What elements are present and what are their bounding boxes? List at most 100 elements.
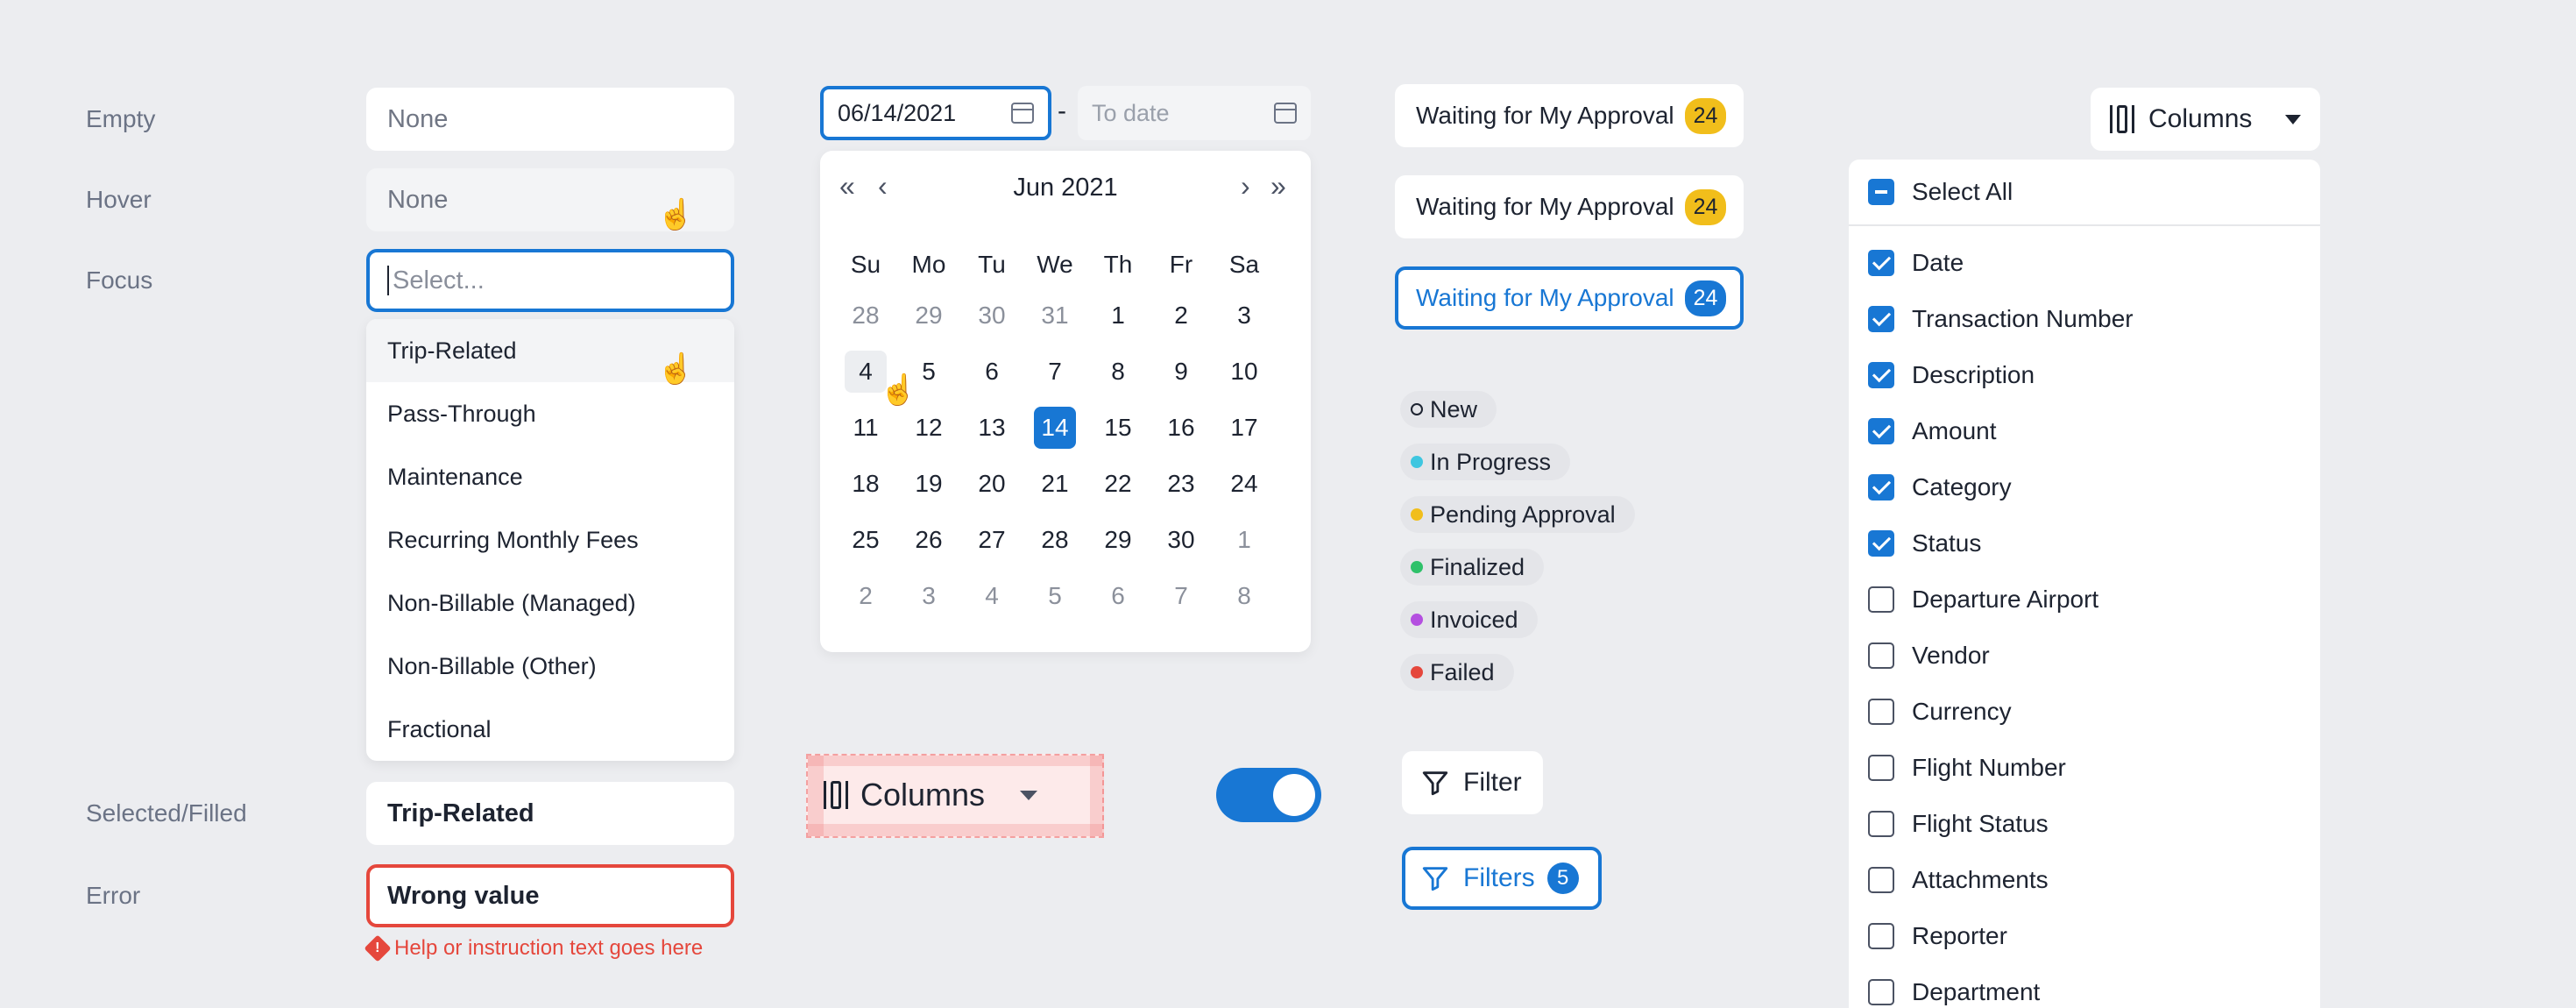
column-option[interactable]: Attachments bbox=[1849, 852, 2320, 908]
calendar-day[interactable]: 18 bbox=[834, 456, 897, 512]
calendar-day[interactable]: 10 bbox=[1213, 344, 1276, 400]
calendar-day[interactable]: 19 bbox=[897, 456, 960, 512]
calendar-day[interactable]: 30 bbox=[1150, 512, 1213, 568]
approval-filter-button[interactable]: Waiting for My Approval 24 bbox=[1395, 84, 1744, 147]
calendar-day[interactable]: 15 bbox=[1086, 400, 1150, 456]
calendar-day[interactable]: 21 bbox=[1023, 456, 1086, 512]
calendar-day[interactable]: 30 bbox=[960, 287, 1023, 344]
calendar-day[interactable]: 20 bbox=[960, 456, 1023, 512]
column-option[interactable]: Flight Number bbox=[1849, 740, 2320, 796]
select-focus-input[interactable]: Select... bbox=[366, 249, 734, 312]
approval-filter-button[interactable]: Waiting for My Approval 24 bbox=[1395, 175, 1744, 238]
column-checkbox[interactable] bbox=[1868, 699, 1894, 725]
calendar-day[interactable]: 22 bbox=[1086, 456, 1150, 512]
calendar-day[interactable]: 6 bbox=[960, 344, 1023, 400]
calendar-day[interactable]: 16 bbox=[1150, 400, 1213, 456]
calendar-day[interactable]: 24 bbox=[1213, 456, 1276, 512]
calendar-day[interactable]: 5 bbox=[1023, 568, 1086, 624]
calendar-day[interactable]: 11 bbox=[834, 400, 897, 456]
column-option[interactable]: Description bbox=[1849, 347, 2320, 403]
column-checkbox[interactable] bbox=[1868, 867, 1894, 893]
column-option-label: Flight Number bbox=[1912, 754, 2066, 781]
approval-filter-button-active[interactable]: Waiting for My Approval 24 bbox=[1395, 266, 1744, 330]
dropdown-option[interactable]: Non-Billable (Other) bbox=[366, 635, 734, 698]
column-checkbox[interactable] bbox=[1868, 530, 1894, 557]
column-option[interactable]: Amount bbox=[1849, 403, 2320, 459]
dropdown-option[interactable]: Maintenance bbox=[366, 445, 734, 508]
column-checkbox[interactable] bbox=[1868, 306, 1894, 332]
calendar-day[interactable]: 23 bbox=[1150, 456, 1213, 512]
column-checkbox[interactable] bbox=[1868, 755, 1894, 781]
column-option[interactable]: Reporter bbox=[1849, 908, 2320, 964]
column-checkbox[interactable] bbox=[1868, 811, 1894, 837]
filters-button-active[interactable]: Filters 5 bbox=[1402, 847, 1602, 910]
column-checkbox[interactable] bbox=[1868, 642, 1894, 669]
select-filled[interactable]: Trip-Related bbox=[366, 782, 734, 845]
column-option[interactable]: Flight Status bbox=[1849, 796, 2320, 852]
calendar-day[interactable]: 13 bbox=[960, 400, 1023, 456]
select-all-row[interactable]: Select All bbox=[1849, 160, 2320, 226]
calendar-day[interactable]: 29 bbox=[897, 287, 960, 344]
calendar-day[interactable]: 12 bbox=[897, 400, 960, 456]
calendar-day[interactable]: 7 bbox=[1023, 344, 1086, 400]
column-option[interactable]: Date bbox=[1849, 235, 2320, 291]
calendar-day[interactable]: 9 bbox=[1150, 344, 1213, 400]
column-option[interactable]: Department bbox=[1849, 964, 2320, 1008]
column-checkbox[interactable] bbox=[1868, 474, 1894, 500]
select-error[interactable]: Wrong value bbox=[366, 864, 734, 927]
calendar-day-number: 27 bbox=[978, 526, 1006, 553]
calendar-day[interactable]: 2 bbox=[1150, 287, 1213, 344]
calendar-day[interactable]: 3 bbox=[1213, 287, 1276, 344]
column-checkbox[interactable] bbox=[1868, 923, 1894, 949]
column-option[interactable]: Status bbox=[1849, 515, 2320, 571]
calendar-icon[interactable] bbox=[1011, 103, 1034, 124]
calendar-day[interactable]: 31 bbox=[1023, 287, 1086, 344]
select-empty[interactable]: None bbox=[366, 88, 734, 151]
columns-button[interactable]: Columns bbox=[824, 766, 1090, 824]
column-checkbox[interactable] bbox=[1868, 250, 1894, 276]
calendar-day[interactable]: 29 bbox=[1086, 512, 1150, 568]
column-checkbox[interactable] bbox=[1868, 586, 1894, 613]
calendar-day[interactable]: 28 bbox=[1023, 512, 1086, 568]
filter-button[interactable]: Filter bbox=[1402, 751, 1543, 814]
calendar-day[interactable]: 1 bbox=[1213, 512, 1276, 568]
calendar-day[interactable]: 8 bbox=[1086, 344, 1150, 400]
dropdown-option[interactable]: Non-Billable (Managed) bbox=[366, 571, 734, 635]
calendar-day[interactable]: 28 bbox=[834, 287, 897, 344]
column-option[interactable]: Departure Airport bbox=[1849, 571, 2320, 628]
dropdown-option[interactable]: Recurring Monthly Fees bbox=[366, 508, 734, 571]
calendar-icon[interactable] bbox=[1274, 103, 1297, 124]
dropdown-option[interactable]: Pass-Through bbox=[366, 382, 734, 445]
columns-button-label: Columns bbox=[860, 777, 986, 813]
calendar-day[interactable]: 2 bbox=[834, 568, 897, 624]
calendar-day[interactable]: 7 bbox=[1150, 568, 1213, 624]
column-checkbox[interactable] bbox=[1868, 362, 1894, 388]
calendar-day[interactable]: 25 bbox=[834, 512, 897, 568]
calendar-day[interactable]: 1 bbox=[1086, 287, 1150, 344]
columns-picker-button[interactable]: Columns bbox=[2091, 88, 2320, 151]
select-all-checkbox[interactable] bbox=[1868, 179, 1894, 205]
calendar-day[interactable]: 4 bbox=[960, 568, 1023, 624]
column-option[interactable]: Category bbox=[1849, 459, 2320, 515]
calendar-day[interactable]: 6 bbox=[1086, 568, 1150, 624]
calendar-day[interactable]: 17 bbox=[1213, 400, 1276, 456]
next-month-icon[interactable]: › bbox=[1241, 170, 1250, 202]
column-checkbox[interactable] bbox=[1868, 979, 1894, 1005]
calendar-day[interactable]: 14 bbox=[1023, 400, 1086, 456]
calendar-day[interactable]: 3 bbox=[897, 568, 960, 624]
column-option[interactable]: Currency bbox=[1849, 684, 2320, 740]
date-from-input[interactable]: 06/14/2021 bbox=[820, 86, 1051, 140]
column-checkbox[interactable] bbox=[1868, 418, 1894, 444]
column-option[interactable]: Transaction Number bbox=[1849, 291, 2320, 347]
weekday-header: We bbox=[1037, 251, 1073, 278]
calendar-day[interactable]: 27 bbox=[960, 512, 1023, 568]
next-year-icon[interactable]: » bbox=[1270, 170, 1286, 202]
toggle-switch[interactable] bbox=[1216, 768, 1321, 822]
calendar-day[interactable]: 26 bbox=[897, 512, 960, 568]
date-to-input[interactable]: To date bbox=[1078, 86, 1311, 140]
status-label: Pending Approval bbox=[1430, 500, 1616, 528]
calendar-day[interactable]: 8 bbox=[1213, 568, 1276, 624]
dropdown-option[interactable]: Fractional bbox=[366, 698, 734, 761]
column-option-label: Description bbox=[1912, 361, 2035, 388]
column-option[interactable]: Vendor bbox=[1849, 628, 2320, 684]
